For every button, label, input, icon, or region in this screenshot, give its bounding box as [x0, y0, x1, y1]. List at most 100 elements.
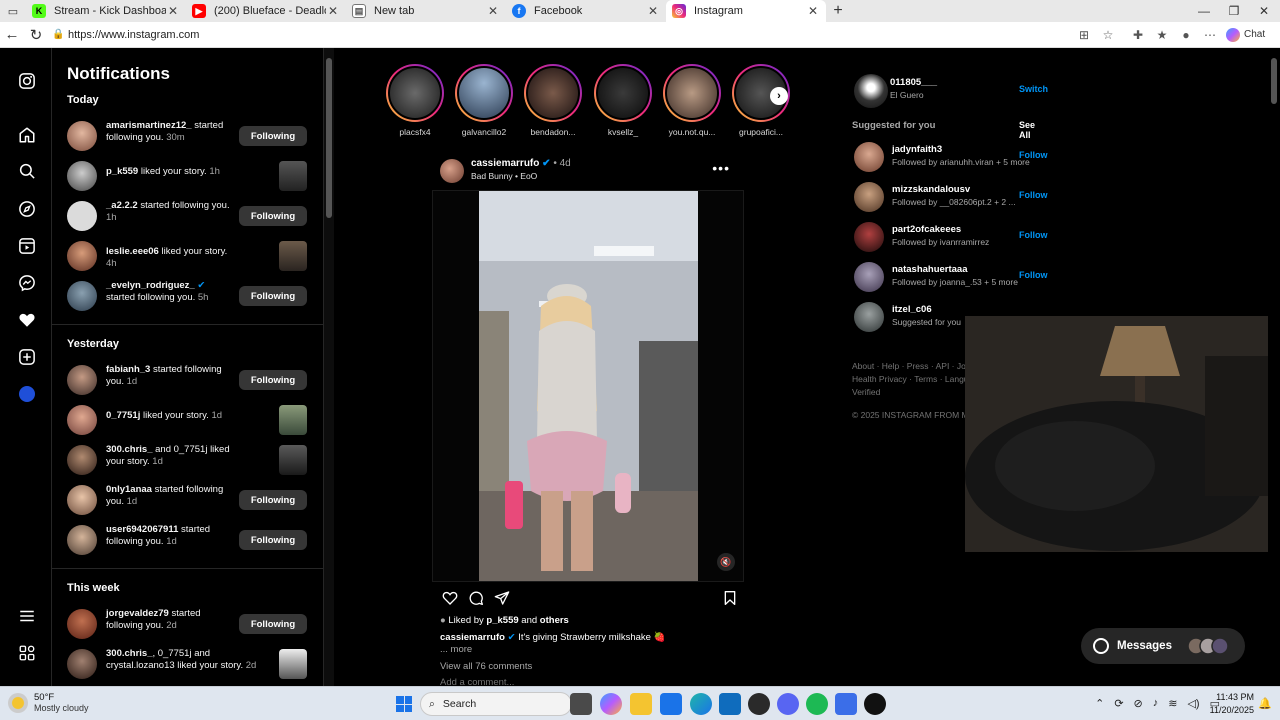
store-icon[interactable] — [660, 693, 682, 715]
following-button[interactable]: Following — [239, 126, 307, 146]
suggestion-username[interactable]: itzel_c06 — [892, 304, 932, 315]
also-from-meta-icon[interactable] — [14, 640, 40, 666]
extensions-icon[interactable]: ✚ — [1126, 23, 1150, 47]
story-thumbnail[interactable] — [279, 405, 307, 435]
volume-icon[interactable]: ◁) — [1187, 697, 1199, 710]
avatar[interactable] — [67, 649, 97, 679]
save-bookmark-icon[interactable] — [720, 588, 740, 608]
app-icon[interactable] — [835, 693, 857, 715]
avatar[interactable] — [854, 182, 884, 212]
story-item[interactable]: galvancillo2 — [455, 64, 513, 137]
site-info-icon[interactable]: 🔒 — [52, 29, 68, 40]
chevron-up-icon[interactable]: ⌃ — [1095, 697, 1104, 710]
close-tab-icon[interactable]: ✕ — [486, 4, 500, 18]
story-thumbnail[interactable] — [279, 445, 307, 475]
new-tab-button[interactable]: + — [826, 0, 850, 22]
notification-item[interactable]: 0nly1anaa started following you. 1d Foll… — [67, 482, 315, 518]
comment-icon[interactable] — [466, 588, 486, 608]
favorites-icon[interactable]: ★ — [1150, 23, 1174, 47]
switch-account-link[interactable]: Switch — [1019, 84, 1048, 94]
avatar[interactable] — [854, 142, 884, 172]
account-username[interactable]: 011805___ — [890, 77, 937, 88]
clock[interactable]: 11:43 PM 11/20/2025 — [1210, 691, 1254, 717]
following-button[interactable]: Following — [239, 490, 307, 510]
notification-item[interactable]: 300.chris_, 0_7751j and crystal.lozano13… — [67, 646, 315, 682]
notification-item[interactable]: user6942067911 started following you. 1d… — [67, 522, 315, 558]
minimize-button[interactable]: — — [1188, 0, 1220, 22]
more-menu-icon[interactable] — [14, 603, 40, 629]
sync-icon[interactable]: ⟳ — [1114, 697, 1123, 710]
story-item[interactable]: you.not.qu... — [663, 64, 721, 137]
close-tab-icon[interactable]: ✕ — [806, 4, 820, 18]
scrollbar-thumb[interactable] — [1271, 58, 1277, 104]
notification-item[interactable]: leslie.eee06 liked your story. 4h — [67, 238, 315, 274]
more-options-icon[interactable]: ••• — [712, 160, 730, 176]
avatar[interactable] — [67, 161, 97, 191]
see-all-link[interactable]: See All — [1019, 120, 1040, 140]
avatar[interactable] — [854, 302, 884, 332]
avatar[interactable] — [440, 159, 464, 183]
steam-icon[interactable] — [748, 693, 770, 715]
page-scrollbar[interactable] — [1268, 48, 1280, 686]
notification-item[interactable]: _a2.2.2 started following you. 1h Follow… — [67, 198, 315, 234]
following-button[interactable]: Following — [239, 370, 307, 390]
restore-button[interactable]: ❐ — [1218, 0, 1250, 22]
view-comments-link[interactable]: View all 76 comments — [440, 661, 532, 672]
tab-instagram[interactable]: ◎ Instagram ✕ — [666, 0, 826, 22]
avatar[interactable] — [854, 262, 884, 292]
close-window-button[interactable]: ✕ — [1248, 0, 1280, 22]
close-tab-icon[interactable]: ✕ — [326, 4, 340, 18]
post-media[interactable]: 🔇 — [432, 190, 744, 582]
network-off-icon[interactable]: ⊘ — [1134, 697, 1143, 710]
like-heart-icon[interactable] — [440, 588, 460, 608]
messenger-icon[interactable] — [14, 270, 40, 296]
notification-item[interactable]: _evelyn_rodriguez_ ✔ started following y… — [67, 278, 315, 314]
avatar[interactable] — [67, 445, 97, 475]
suggestion-username[interactable]: mizzskandalousv — [892, 184, 970, 195]
mute-icon[interactable]: 🔇 — [717, 553, 735, 571]
microphone-icon[interactable]: ♪ — [1153, 697, 1159, 710]
following-button[interactable]: Following — [239, 530, 307, 550]
avatar[interactable] — [854, 74, 888, 108]
notification-item[interactable]: 300.chris_ and 0_7751j liked your story.… — [67, 442, 315, 478]
address-bar[interactable]: 🔒 https://www.instagram.com — [52, 25, 1072, 45]
close-tab-icon[interactable]: ✕ — [646, 4, 660, 18]
back-icon[interactable]: ← — [0, 23, 24, 47]
tab-actions-icon[interactable]: ▭ — [0, 0, 26, 22]
copilot-chat-button[interactable]: Chat — [1226, 27, 1265, 42]
avatar[interactable] — [67, 121, 97, 151]
taskbar-search[interactable]: ⌕ Search — [420, 692, 572, 716]
create-icon[interactable] — [14, 344, 40, 370]
suggestion-username[interactable]: jadynfaith3 — [892, 144, 942, 155]
follow-button[interactable]: Follow — [1019, 270, 1048, 280]
story-thumbnail[interactable] — [279, 161, 307, 191]
post-username[interactable]: cassiemarrufo ✔ • 4d — [471, 158, 571, 169]
search-icon[interactable] — [14, 158, 40, 184]
story-item[interactable]: placsfx4 — [386, 64, 444, 137]
notification-item[interactable]: fabianh_3 started following you. 1d Foll… — [67, 362, 315, 398]
avatar[interactable] — [67, 405, 97, 435]
reels-icon[interactable] — [14, 233, 40, 259]
follow-button[interactable]: Follow — [1019, 230, 1048, 240]
avatar[interactable] — [854, 222, 884, 252]
avatar[interactable] — [67, 281, 97, 311]
discord-icon[interactable] — [777, 693, 799, 715]
avatar[interactable] — [67, 241, 97, 271]
suggestion-username[interactable]: part2ofcakeees — [892, 224, 961, 235]
avatar[interactable] — [67, 525, 97, 555]
wifi-icon[interactable]: ≋ — [1168, 697, 1177, 710]
avatar[interactable] — [67, 365, 97, 395]
stories-next-icon[interactable]: › — [770, 87, 788, 105]
copilot-app-icon[interactable] — [600, 693, 622, 715]
follow-button[interactable]: Follow — [1019, 150, 1048, 160]
scrollbar-thumb[interactable] — [326, 58, 332, 218]
story-item[interactable]: kvsellz_ — [594, 64, 652, 137]
notification-item[interactable]: jorgevaldez79 started following you. 2d … — [67, 606, 315, 642]
weather-widget[interactable]: 50°F Mostly cloudy — [8, 692, 89, 713]
tab-kick[interactable]: K Stream - Kick Dashboard ✕ — [26, 0, 186, 22]
favorite-star-icon[interactable]: ☆ — [1096, 23, 1120, 47]
start-windows-icon[interactable] — [396, 696, 412, 712]
notifications-heart-icon[interactable] — [14, 307, 40, 333]
task-view-icon[interactable] — [570, 693, 592, 715]
profile-icon[interactable]: ● — [1174, 23, 1198, 47]
